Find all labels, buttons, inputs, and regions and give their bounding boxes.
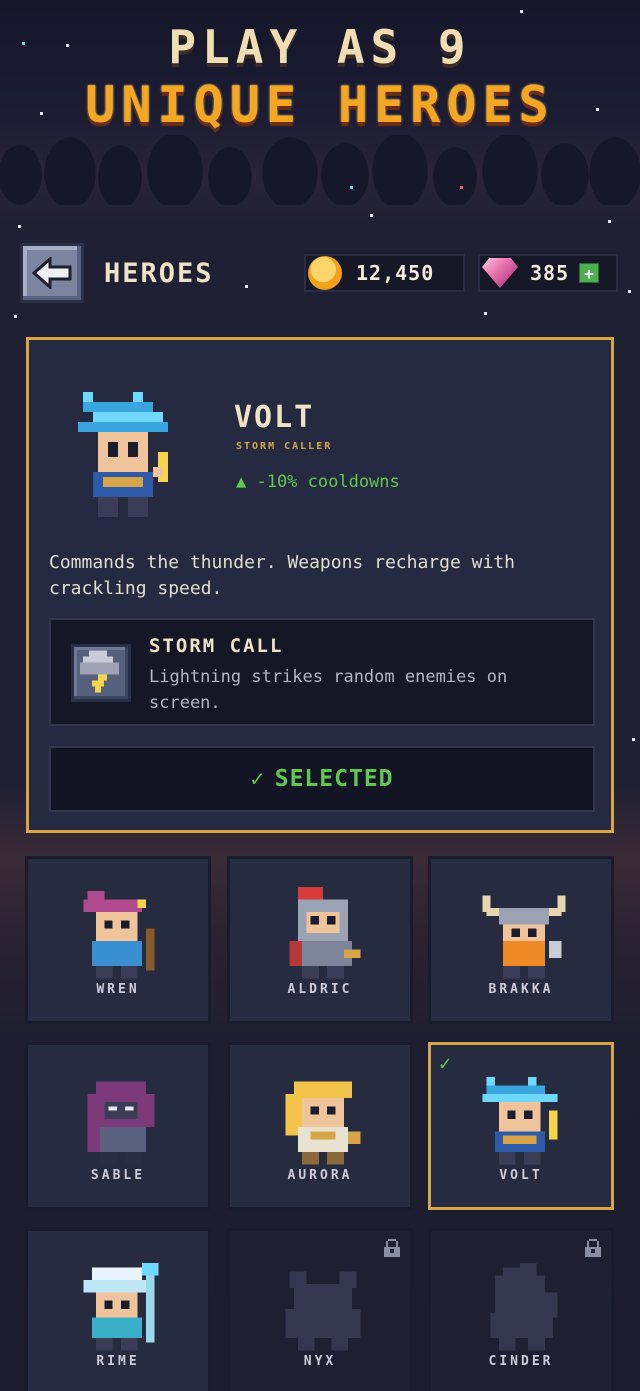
hero-name-label: RIME — [96, 1354, 140, 1369]
ability-description: Lightning strikes random enemies on scre… — [149, 667, 508, 713]
hero-name-label: ALDRIC — [287, 982, 353, 997]
hero-name: VOLT — [234, 400, 315, 435]
aldric-sprite — [289, 887, 361, 979]
gem-balance: 385 + — [478, 254, 618, 292]
lock-icon — [585, 1239, 601, 1257]
storm-cloud-icon — [71, 644, 131, 702]
hero-name-label: AURORA — [287, 1168, 353, 1183]
hero-name-label: VOLT — [499, 1168, 543, 1183]
check-icon: ✓ — [250, 766, 265, 792]
hero-name-label: CINDER — [488, 1354, 554, 1369]
hero-tile-wren[interactable]: WREN — [25, 856, 211, 1024]
hero-name-label: BRAKKA — [488, 982, 554, 997]
coin-balance: 12,450 — [304, 254, 465, 292]
hero-tile-aldric[interactable]: ALDRIC — [227, 856, 413, 1024]
hero-description: Commands the thunder. Weapons recharge w… — [49, 552, 515, 599]
nyx-silhouette — [285, 1271, 361, 1351]
ability-name: STORM CALL — [149, 635, 284, 657]
cinder-silhouette — [490, 1263, 558, 1351]
hero-name-label: WREN — [96, 982, 140, 997]
hero-tile-rime[interactable]: RIME — [25, 1228, 211, 1391]
selected-button-label: SELECTED — [274, 766, 394, 792]
volt-sprite — [482, 1077, 558, 1165]
volt-portrait — [78, 392, 168, 517]
hero-tile-aurora[interactable]: AURORA — [227, 1042, 413, 1210]
selected-check-icon: ✓ — [439, 1051, 452, 1075]
gem-icon — [482, 258, 518, 288]
brakka-sprite — [482, 895, 566, 979]
promo-headline-line1: PLAY AS 9 — [168, 20, 472, 74]
add-gems-button[interactable]: + — [579, 263, 600, 283]
selected-button[interactable]: ✓ SELECTED — [49, 746, 595, 812]
hero-tile-brakka[interactable]: BRAKKA — [428, 856, 614, 1024]
hero-tile-nyx[interactable]: NYX — [227, 1228, 413, 1391]
hero-perk: ▲ -10% cooldowns — [236, 472, 400, 492]
ability-card: STORM CALL Lightning strikes random enem… — [49, 618, 595, 726]
screen-title: HEROES — [104, 258, 214, 289]
hero-tile-volt[interactable]: ✓ VOLT — [428, 1042, 614, 1210]
hero-name-label: SABLE — [90, 1168, 146, 1183]
forest-silhouette — [0, 135, 640, 205]
hero-tile-sable[interactable]: SABLE — [25, 1042, 211, 1210]
coin-count: 12,450 — [356, 261, 435, 285]
coin-icon — [308, 256, 342, 290]
lock-icon — [384, 1239, 400, 1257]
hero-detail-panel: VOLT STORM CALLER ▲ -10% cooldowns Comma… — [26, 337, 614, 833]
hero-name-label: NYX — [303, 1354, 337, 1369]
hero-class: STORM CALLER — [236, 441, 333, 452]
gem-count: 385 — [530, 261, 570, 285]
arrow-left-icon — [32, 257, 72, 289]
promo-headline-line2: UNIQUE HEROES — [85, 76, 555, 134]
sable-sprite — [87, 1081, 155, 1165]
back-button[interactable] — [20, 243, 84, 303]
aurora-sprite — [285, 1081, 361, 1165]
hero-tile-cinder[interactable]: CINDER — [428, 1228, 614, 1391]
wren-sprite — [83, 891, 155, 979]
rime-sprite — [83, 1263, 159, 1351]
